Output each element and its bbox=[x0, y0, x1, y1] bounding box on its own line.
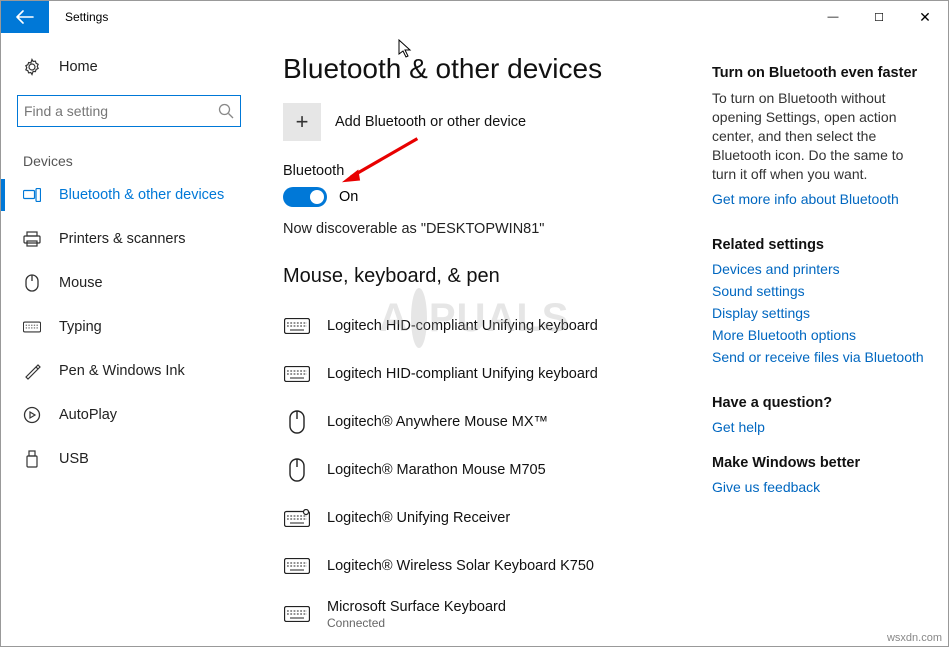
keyboard-icon bbox=[283, 507, 311, 529]
close-button[interactable]: ✕ bbox=[902, 1, 948, 33]
plus-icon: + bbox=[283, 103, 321, 141]
gear-icon bbox=[23, 58, 41, 76]
tip-body: To turn on Bluetooth without opening Set… bbox=[712, 89, 928, 183]
keyboard-icon bbox=[283, 555, 311, 577]
link-feedback[interactable]: Give us feedback bbox=[712, 479, 928, 495]
arrow-left-icon bbox=[16, 10, 34, 24]
nav-item-label: Pen & Windows Ink bbox=[59, 363, 185, 379]
link-get-help[interactable]: Get help bbox=[712, 419, 928, 435]
nav-item-label: Typing bbox=[59, 319, 102, 335]
device-row[interactable]: Logitech HID-compliant Unifying keyboard bbox=[283, 350, 698, 398]
discoverable-text: Now discoverable as "DESKTOPWIN81" bbox=[283, 221, 698, 237]
device-row[interactable]: Logitech® Wireless Solar Keyboard K750 bbox=[283, 542, 698, 590]
nav-item-autoplay[interactable]: AutoPlay bbox=[1, 393, 261, 437]
bluetooth-state: On bbox=[339, 189, 358, 205]
mouse-icon bbox=[283, 459, 311, 481]
link-more-bluetooth-info[interactable]: Get more info about Bluetooth bbox=[712, 191, 928, 207]
related-heading: Related settings bbox=[712, 237, 928, 253]
improve-heading: Make Windows better bbox=[712, 455, 928, 471]
window-title: Settings bbox=[49, 1, 810, 33]
keyboard-icon bbox=[23, 318, 41, 336]
nav-item-label: Bluetooth & other devices bbox=[59, 187, 224, 203]
tip-heading: Turn on Bluetooth even faster bbox=[712, 65, 928, 81]
device-name: Logitech® Marathon Mouse M705 bbox=[327, 462, 546, 478]
link-more-bt-options[interactable]: More Bluetooth options bbox=[712, 327, 928, 343]
mouse-icon bbox=[23, 274, 41, 292]
add-device-row[interactable]: + Add Bluetooth or other device bbox=[283, 103, 698, 141]
add-device-label: Add Bluetooth or other device bbox=[335, 114, 526, 130]
device-row[interactable]: Logitech® Marathon Mouse M705 bbox=[283, 446, 698, 494]
nav-home-label: Home bbox=[59, 59, 98, 75]
window-controls: — ☐ ✕ bbox=[810, 1, 948, 33]
device-name: Microsoft Surface Keyboard bbox=[327, 599, 506, 615]
nav-item-printers[interactable]: Printers & scanners bbox=[1, 217, 261, 261]
back-button[interactable] bbox=[1, 1, 49, 33]
page-title: Bluetooth & other devices bbox=[283, 53, 698, 85]
device-name: Logitech HID-compliant Unifying keyboard bbox=[327, 318, 598, 334]
bluetooth-label: Bluetooth bbox=[283, 163, 698, 179]
minimize-button[interactable]: — bbox=[810, 1, 856, 33]
mouse-icon bbox=[283, 411, 311, 433]
device-row[interactable]: Logitech® Unifying Receiver bbox=[283, 494, 698, 542]
nav-item-label: AutoPlay bbox=[59, 407, 117, 423]
main-content: Bluetooth & other devices + Add Bluetoot… bbox=[261, 33, 708, 646]
nav-item-label: USB bbox=[59, 451, 89, 467]
usb-icon bbox=[23, 450, 41, 468]
devices-icon bbox=[23, 186, 41, 204]
device-row[interactable]: Logitech HID-compliant Unifying keyboard bbox=[283, 302, 698, 350]
source-note: wsxdn.com bbox=[887, 632, 942, 644]
category-heading: Mouse, keyboard, & pen bbox=[283, 265, 698, 288]
keyboard-icon bbox=[283, 315, 311, 337]
nav-category: Devices bbox=[1, 139, 261, 173]
autoplay-icon bbox=[23, 406, 41, 424]
nav-item-pen[interactable]: Pen & Windows Ink bbox=[1, 349, 261, 393]
device-name: Logitech® Unifying Receiver bbox=[327, 510, 510, 526]
nav-item-label: Mouse bbox=[59, 275, 103, 291]
search-icon bbox=[218, 103, 234, 119]
search-input[interactable] bbox=[18, 96, 240, 126]
link-send-receive-files[interactable]: Send or receive files via Bluetooth bbox=[712, 349, 928, 365]
nav-home[interactable]: Home bbox=[1, 45, 261, 89]
question-heading: Have a question? bbox=[712, 395, 928, 411]
nav-item-label: Printers & scanners bbox=[59, 231, 186, 247]
link-display-settings[interactable]: Display settings bbox=[712, 305, 928, 321]
device-row[interactable]: Microsoft Surface Keyboard Connected bbox=[283, 590, 698, 638]
device-row[interactable]: Logitech® Anywhere Mouse MX™ bbox=[283, 398, 698, 446]
device-name: Logitech® Anywhere Mouse MX™ bbox=[327, 414, 548, 430]
device-name: Logitech HID-compliant Unifying keyboard bbox=[327, 366, 598, 382]
link-sound-settings[interactable]: Sound settings bbox=[712, 283, 928, 299]
nav-item-mouse[interactable]: Mouse bbox=[1, 261, 261, 305]
title-bar: Settings — ☐ ✕ bbox=[1, 1, 948, 33]
left-nav: Home Devices Bluetooth & other devices P… bbox=[1, 33, 261, 646]
pen-icon bbox=[23, 362, 41, 380]
maximize-button[interactable]: ☐ bbox=[856, 1, 902, 33]
bluetooth-toggle[interactable] bbox=[283, 187, 327, 207]
nav-item-bluetooth[interactable]: Bluetooth & other devices bbox=[1, 173, 261, 217]
search-box[interactable] bbox=[17, 95, 241, 127]
nav-item-typing[interactable]: Typing bbox=[1, 305, 261, 349]
printer-icon bbox=[23, 230, 41, 248]
link-devices-printers[interactable]: Devices and printers bbox=[712, 261, 928, 277]
keyboard-icon bbox=[283, 363, 311, 385]
device-status: Connected bbox=[327, 616, 506, 630]
nav-item-usb[interactable]: USB bbox=[1, 437, 261, 481]
keyboard-icon bbox=[283, 603, 311, 625]
device-name: Logitech® Wireless Solar Keyboard K750 bbox=[327, 558, 594, 574]
right-aside: Turn on Bluetooth even faster To turn on… bbox=[708, 33, 948, 646]
